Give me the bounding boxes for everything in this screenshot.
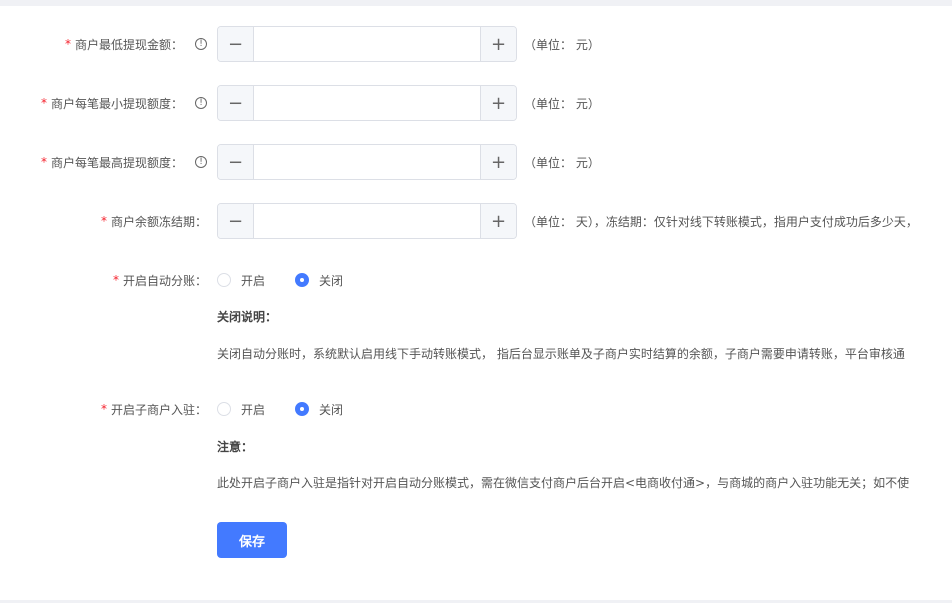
field-label: * 商户每笔最小提现额度：! <box>41 95 207 112</box>
auto-split-note-text: 关闭自动分账时，系统默认启用线下手动转账模式， 指后台显示账单及子商户实时结算的… <box>217 347 905 361</box>
sub-merchant-row: * 开启子商户入驻： 开启 关闭 <box>0 391 952 427</box>
radio-circle-icon <box>217 402 231 416</box>
unit-text: （单位： 天），冻结期：仅针对线下转账模式，指用户支付成功后多少天， <box>524 214 918 229</box>
info-icon[interactable]: ! <box>195 97 207 109</box>
info-icon[interactable]: ! <box>195 38 207 50</box>
unit-text: （单位： 元） <box>524 96 600 111</box>
auto-split-row: * 开启自动分账： 开启 关闭 <box>0 262 952 298</box>
field-label: * 商户余额冻结期： <box>100 214 207 229</box>
number-stepper: − + <box>217 144 517 180</box>
number-input[interactable] <box>254 27 480 61</box>
info-icon[interactable]: ! <box>195 156 207 168</box>
auto-split-note-title: 关闭说明： <box>217 310 278 324</box>
field-row: * 商户余额冻结期： − + （单位： 天），冻结期：仅针对线下转账模式，指用户支… <box>0 203 952 239</box>
number-input[interactable] <box>254 86 480 120</box>
decrement-button[interactable]: − <box>218 145 254 179</box>
auto-split-radio-off[interactable]: 关闭 <box>295 272 343 289</box>
radio-checked-icon <box>295 273 310 287</box>
auto-split-label: * 开启自动分账： <box>112 273 207 288</box>
field-label: * 商户最低提现金额：! <box>65 36 207 53</box>
save-button[interactable]: 保存 <box>217 522 287 558</box>
sub-merchant-note-text: 此处开启子商户入驻是指针对开启自动分账模式，需在微信支付商户后台开启<电商收付通… <box>217 476 910 490</box>
number-input[interactable] <box>254 145 480 179</box>
sub-merchant-radio-off[interactable]: 关闭 <box>295 401 343 418</box>
field-row: * 商户最低提现金额：! − + （单位： 元） <box>0 26 952 62</box>
increment-button[interactable]: + <box>480 204 516 238</box>
decrement-button[interactable]: − <box>218 204 254 238</box>
number-stepper: − + <box>217 26 517 62</box>
field-row: * 商户每笔最小提现额度：! − + （单位： 元） <box>0 85 952 121</box>
field-row: * 商户每笔最高提现额度：! − + （单位： 元） <box>0 144 952 180</box>
field-label: * 商户每笔最高提现额度：! <box>41 154 207 171</box>
number-stepper: − + <box>217 85 517 121</box>
sub-merchant-note-title: 注意： <box>217 440 254 454</box>
unit-text: （单位： 元） <box>524 155 600 170</box>
top-divider <box>0 0 952 6</box>
sub-merchant-radio-on[interactable]: 开启 <box>217 401 265 418</box>
decrement-button[interactable]: − <box>218 27 254 61</box>
increment-button[interactable]: + <box>480 86 516 120</box>
increment-button[interactable]: + <box>480 145 516 179</box>
unit-text: （单位： 元） <box>524 37 600 52</box>
number-input[interactable] <box>254 204 480 238</box>
increment-button[interactable]: + <box>480 27 516 61</box>
radio-circle-icon <box>217 273 231 287</box>
decrement-button[interactable]: − <box>218 86 254 120</box>
sub-merchant-label: * 开启子商户入驻： <box>100 402 207 417</box>
number-stepper: − + <box>217 203 517 239</box>
radio-checked-icon <box>295 402 310 416</box>
auto-split-radio-on[interactable]: 开启 <box>217 272 265 289</box>
